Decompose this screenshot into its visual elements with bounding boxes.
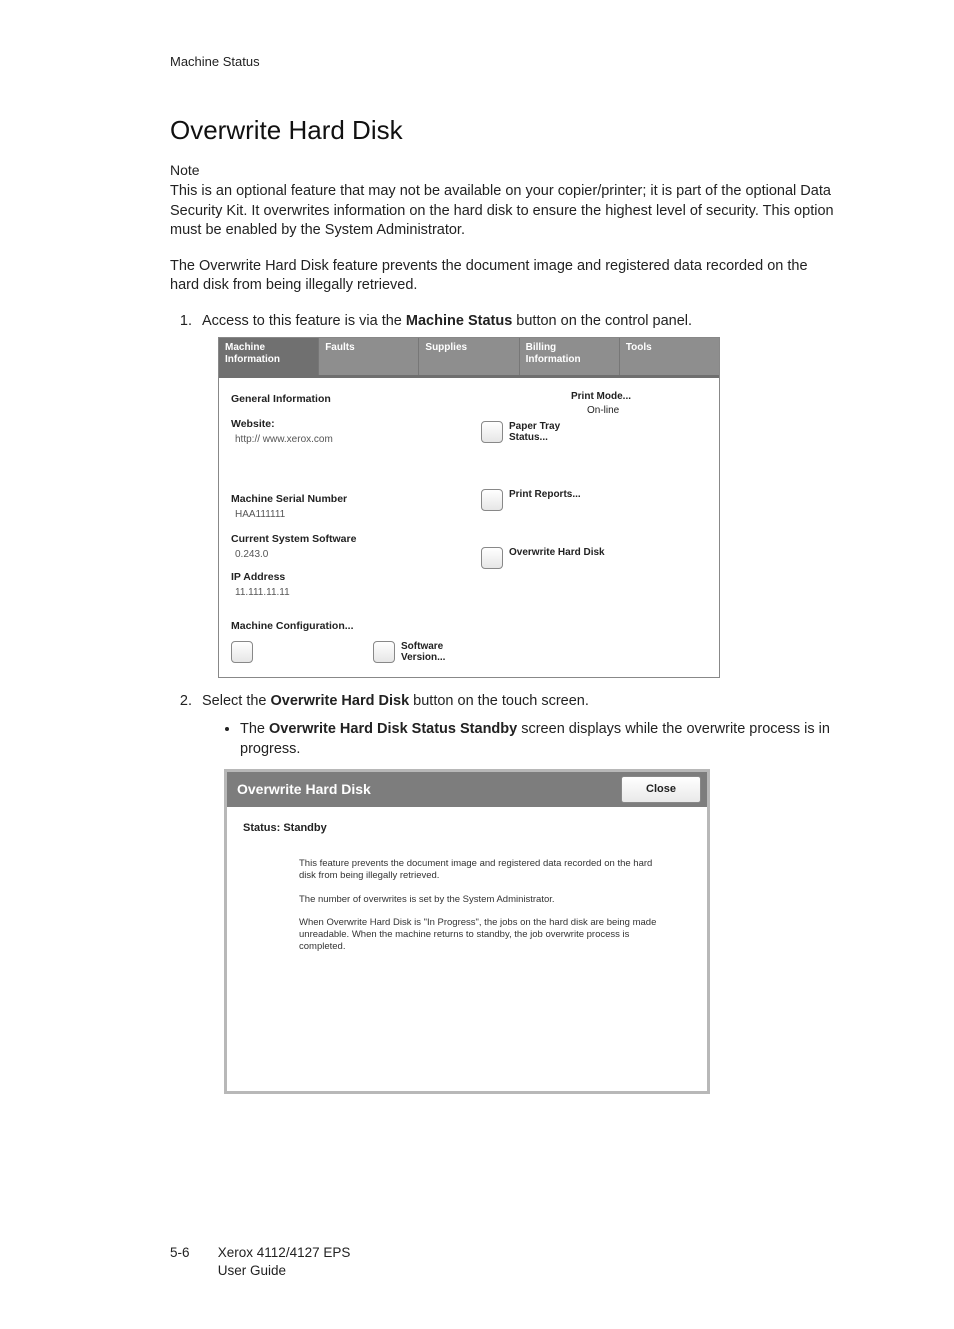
paper-tray-status-button[interactable]	[481, 421, 503, 443]
footer-guide: User Guide	[218, 1263, 286, 1278]
overwrite-desc-1: This feature prevents the document image…	[299, 858, 659, 882]
overwrite-status-panel: Overwrite Hard Disk Close Status: Standb…	[224, 769, 710, 1094]
overwrite-desc-2: The number of overwrites is set by the S…	[299, 894, 659, 906]
tab-machine-information[interactable]: Machine Information	[219, 338, 319, 375]
bullet-text-a: The	[240, 721, 269, 737]
note-body: This is an optional feature that may not…	[170, 182, 834, 241]
print-mode-label: Print Mode...	[571, 391, 631, 402]
ip-address-label: IP Address	[231, 570, 481, 584]
overwrite-hard-disk-button[interactable]	[481, 547, 503, 569]
overwrite-desc-3: When Overwrite Hard Disk is "In Progress…	[299, 917, 659, 953]
machine-configuration-button[interactable]	[231, 641, 253, 663]
step-2-text-a: Select the	[202, 693, 271, 709]
bullet-bold: Overwrite Hard Disk Status Standby	[269, 721, 517, 737]
current-software-value: 0.243.0	[235, 548, 481, 562]
serial-label: Machine Serial Number	[231, 492, 481, 506]
step-1-text-a: Access to this feature is via the	[202, 313, 406, 329]
software-version-button[interactable]	[373, 641, 395, 663]
step-1-bold: Machine Status	[406, 313, 512, 329]
machine-configuration-label: Machine Configuration...	[231, 619, 481, 633]
running-header: Machine Status	[170, 54, 834, 69]
website-label: Website:	[231, 417, 481, 431]
tab-faults[interactable]: Faults	[319, 338, 419, 375]
step-2-bullet: The Overwrite Hard Disk Status Standby s…	[240, 720, 834, 759]
tab-tools[interactable]: Tools	[620, 338, 719, 375]
ip-address-value: 11.111.11.11	[235, 586, 481, 600]
print-mode-value: On-line	[587, 404, 719, 418]
overwrite-hard-disk-label: Overwrite Hard Disk	[509, 547, 605, 558]
step-2-text-b: button on the touch screen.	[409, 693, 589, 709]
section-title: Overwrite Hard Disk	[170, 115, 834, 146]
step-2-bold: Overwrite Hard Disk	[271, 693, 410, 709]
overwrite-status: Status: Standby	[243, 821, 691, 836]
current-software-label: Current System Software	[231, 532, 481, 546]
step-2: Select the Overwrite Hard Disk button on…	[196, 692, 834, 1094]
tab-billing-information[interactable]: Billing Information	[520, 338, 620, 375]
note-label: Note	[170, 162, 834, 178]
print-reports-button[interactable]	[481, 489, 503, 511]
website-value: http:// www.xerox.com	[235, 433, 481, 447]
tab-bar: Machine Information Faults Supplies Bill…	[219, 338, 719, 378]
intro-paragraph: The Overwrite Hard Disk feature prevents…	[170, 257, 834, 296]
footer-product: Xerox 4112/4127 EPS	[218, 1245, 351, 1260]
close-button[interactable]: Close	[621, 776, 701, 803]
machine-info-panel: Machine Information Faults Supplies Bill…	[218, 337, 720, 678]
paper-tray-status-label: Paper Tray Status...	[509, 421, 560, 443]
software-version-label: Software Version...	[401, 641, 445, 663]
tab-supplies[interactable]: Supplies	[419, 338, 519, 375]
overwrite-panel-title: Overwrite Hard Disk	[227, 772, 615, 807]
step-1: Access to this feature is via the Machin…	[196, 312, 834, 679]
print-reports-label: Print Reports...	[509, 489, 581, 500]
serial-value: HAA111111	[235, 508, 481, 522]
page-number: 5-6	[170, 1244, 214, 1262]
general-information-heading: General Information	[231, 392, 481, 406]
page-footer: 5-6 Xerox 4112/4127 EPS User Guide	[170, 1244, 834, 1279]
step-1-text-b: button on the control panel.	[512, 313, 692, 329]
